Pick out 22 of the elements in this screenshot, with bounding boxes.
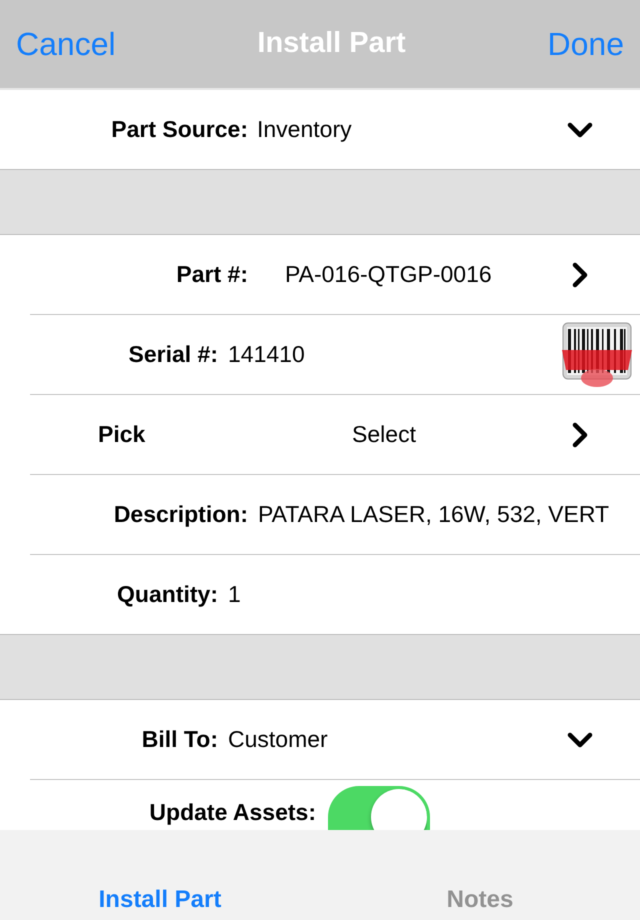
field-label: Quantity:: [117, 580, 218, 610]
field-label: Update Assets:: [149, 799, 316, 825]
field-label: Part Source:: [111, 115, 248, 144]
chevron-right-icon[interactable]: [572, 422, 588, 448]
field-value[interactable]: Select: [352, 417, 416, 452]
field-label: Description:: [114, 500, 248, 530]
toggle-switch[interactable]: [328, 786, 430, 830]
field-label: Serial #:: [128, 340, 218, 370]
chevron-down-icon[interactable]: [567, 732, 593, 748]
field-value: PATARA LASER, 16W, 532, VERT: [258, 500, 610, 530]
field-value[interactable]: Inventory: [257, 112, 352, 147]
screen-title: Install Part: [257, 26, 406, 62]
field-label: Part #:: [176, 260, 248, 290]
chevron-right-icon[interactable]: [572, 262, 588, 288]
field-value[interactable]: Customer: [228, 722, 328, 757]
barcode-scanner-icon[interactable]: [562, 322, 632, 388]
field-label: Pick: [98, 421, 146, 448]
field-value[interactable]: PA-016-QTGP-0016: [285, 257, 492, 292]
chevron-down-icon[interactable]: [567, 122, 593, 138]
field-value: 1: [228, 580, 241, 610]
field-label: Bill To:: [142, 725, 218, 754]
field-value[interactable]: 141410: [228, 337, 305, 372]
